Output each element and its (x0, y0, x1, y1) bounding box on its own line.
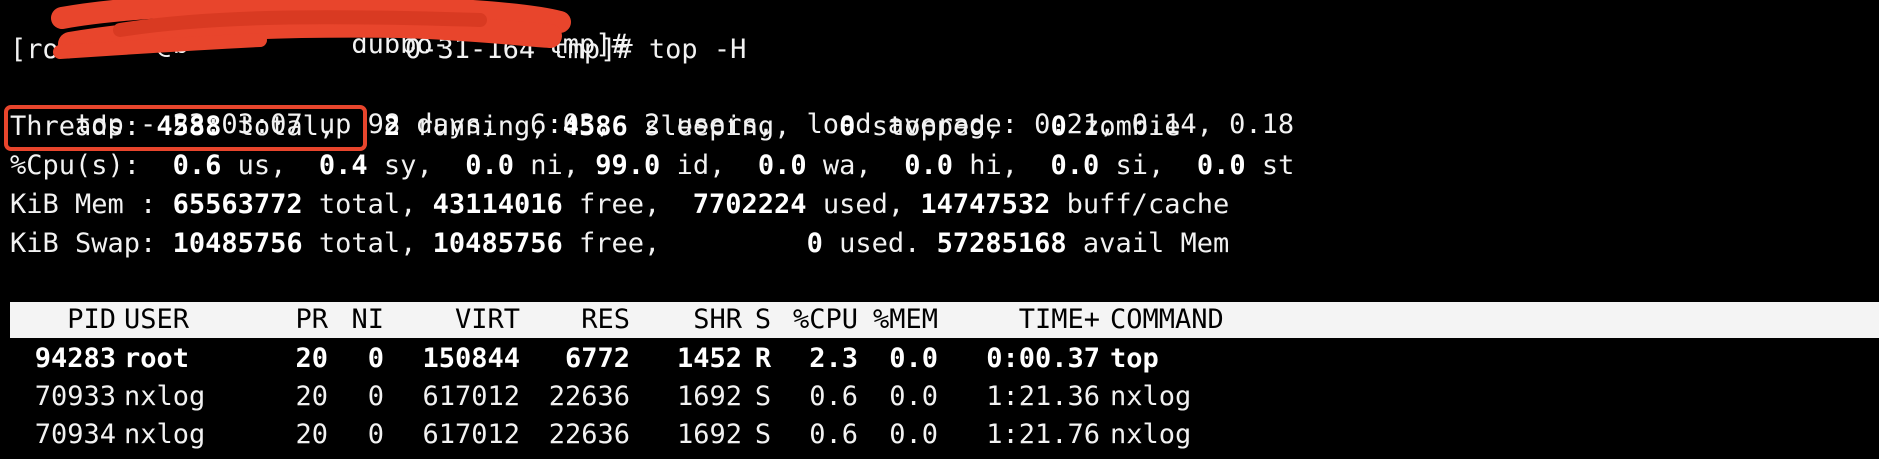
cell-pr: 20 (295, 381, 328, 412)
mem-total: 65563772 (172, 189, 303, 220)
cell-virt: 617012 (422, 381, 520, 412)
table-row: 70933 nxlog 20 0 617012 22636 1692 S 0.6… (10, 378, 1879, 416)
cell-command: nxlog (1110, 419, 1192, 450)
cell-time: 0:00.37 (986, 343, 1100, 374)
cpu-wa: 0.0 (757, 150, 807, 181)
mem-buff-cache: 14747532 (920, 189, 1051, 220)
cpu-sy: 0.4 (318, 150, 368, 181)
prompt-line-2: [roo 0-31-164 tmp]# top -H (10, 31, 746, 69)
cell-s: S (754, 381, 772, 412)
cpu-ni: 0.0 (465, 150, 514, 181)
cell-res: 22636 (548, 419, 630, 450)
cell-cpu: 0.6 (809, 381, 858, 412)
threads-stopped: 0 (839, 111, 856, 142)
swap-total: 10485756 (172, 228, 303, 259)
cell-shr: 1692 (676, 381, 742, 412)
cell-mem: 0.0 (889, 419, 938, 450)
table-row: 70934 nxlog 20 0 617012 22636 1692 S 0.6… (10, 416, 1879, 454)
cell-mem: 0.0 (889, 381, 938, 412)
cell-pid: 94283 (34, 343, 116, 374)
threads-running: 2 (383, 111, 401, 142)
cell-res: 6772 (564, 343, 630, 374)
col-pr: PR (295, 304, 328, 335)
process-table-header: PID USER PR NI VIRT RES SHR S %CPU %MEM … (10, 302, 1879, 338)
cell-pid: 70934 (34, 419, 116, 450)
cpu-si: 0.0 (1050, 150, 1100, 181)
col-shr: SHR (693, 304, 742, 335)
cell-res: 22636 (548, 381, 630, 412)
mem-line: KiB Mem : 65563772 total, 43114016 free,… (10, 189, 1230, 220)
swap-avail: 57285168 (936, 228, 1067, 259)
swap-used: 0 (806, 228, 823, 259)
uptime-line: top - 23:03:07 up 98 days, 6:03, 2 users… (10, 68, 1294, 140)
cpu-st: 0.0 (1196, 150, 1246, 181)
cell-s: R (754, 343, 772, 374)
cell-time: 1:21.76 (986, 419, 1100, 450)
cell-user: nxlog (124, 381, 206, 412)
cell-s: S (754, 419, 772, 450)
cell-user: nxlog (124, 419, 206, 450)
col-mem: %MEM (872, 304, 938, 335)
cell-ni: 0 (367, 419, 384, 450)
threads-sleeping-label: sleeping, (644, 111, 791, 142)
cell-virt: 617012 (422, 419, 520, 450)
cell-command: nxlog (1110, 381, 1192, 412)
col-time: TIME+ (1018, 304, 1100, 335)
swap-line: KiB Swap: 10485756 total, 10485756 free,… (10, 228, 1230, 259)
cell-pr: 20 (295, 419, 328, 450)
cpu-id: 99.0 (595, 150, 661, 181)
prompt-command: 0-31-164 tmp]# top -H (405, 34, 747, 65)
prompt-prefix: [roo (10, 34, 76, 65)
cell-ni: 0 (367, 381, 384, 412)
cell-pid: 70933 (34, 381, 116, 412)
cell-virt: 150844 (422, 343, 520, 374)
col-s: S (754, 304, 772, 335)
threads-running-label: running, (416, 111, 547, 142)
cell-ni: 0 (367, 343, 384, 374)
swap-label: KiB Swap: (10, 228, 157, 259)
cell-shr: 1692 (676, 419, 742, 450)
cell-time: 1:21.36 (986, 381, 1100, 412)
table-row: 94283 root 20 0 150844 6772 1452 R 2.3 0… (10, 340, 1879, 378)
col-pid: PID (67, 304, 116, 335)
threads-sleeping: 4586 (562, 111, 628, 142)
threads-zombie: 0 (1050, 111, 1067, 142)
col-cpu: %CPU (792, 304, 858, 335)
threads-stopped-label: stopped, (871, 111, 1002, 142)
cell-mem: 0.0 (889, 343, 938, 374)
cpu-us: 0.6 (172, 150, 222, 181)
cpu-label: %Cpu(s): (10, 150, 141, 181)
col-virt: VIRT (454, 304, 520, 335)
cell-shr: 1452 (676, 343, 742, 374)
threads-zombie-label: zombie (1083, 111, 1181, 142)
cell-cpu: 2.3 (809, 343, 858, 374)
terminal-window[interactable]: [root@b dubbo- tmp]# [roo 0-31-164 tmp]# … (0, 0, 1879, 459)
col-user: USER (124, 304, 190, 335)
cell-cpu: 0.6 (809, 419, 858, 450)
col-ni: NI (351, 304, 384, 335)
mem-free: 43114016 (432, 189, 563, 220)
mem-used: 7702224 (692, 189, 807, 220)
col-command: COMMAND (1110, 304, 1224, 335)
mem-label: KiB Mem : (10, 189, 157, 220)
col-res: RES (581, 304, 630, 335)
prompt-line-1: [root@b dubbo- tmp]# (10, 0, 628, 60)
cpu-line: %Cpu(s): 0.6 us, 0.4 sy, 0.0 ni, 99.0 id… (10, 150, 1295, 181)
cell-user: root (124, 343, 190, 374)
cell-command: top (1110, 343, 1159, 374)
threads-highlight-box (4, 105, 367, 151)
swap-free: 10485756 (432, 228, 563, 259)
cpu-hi: 0.0 (904, 150, 953, 181)
cell-pr: 20 (295, 343, 328, 374)
